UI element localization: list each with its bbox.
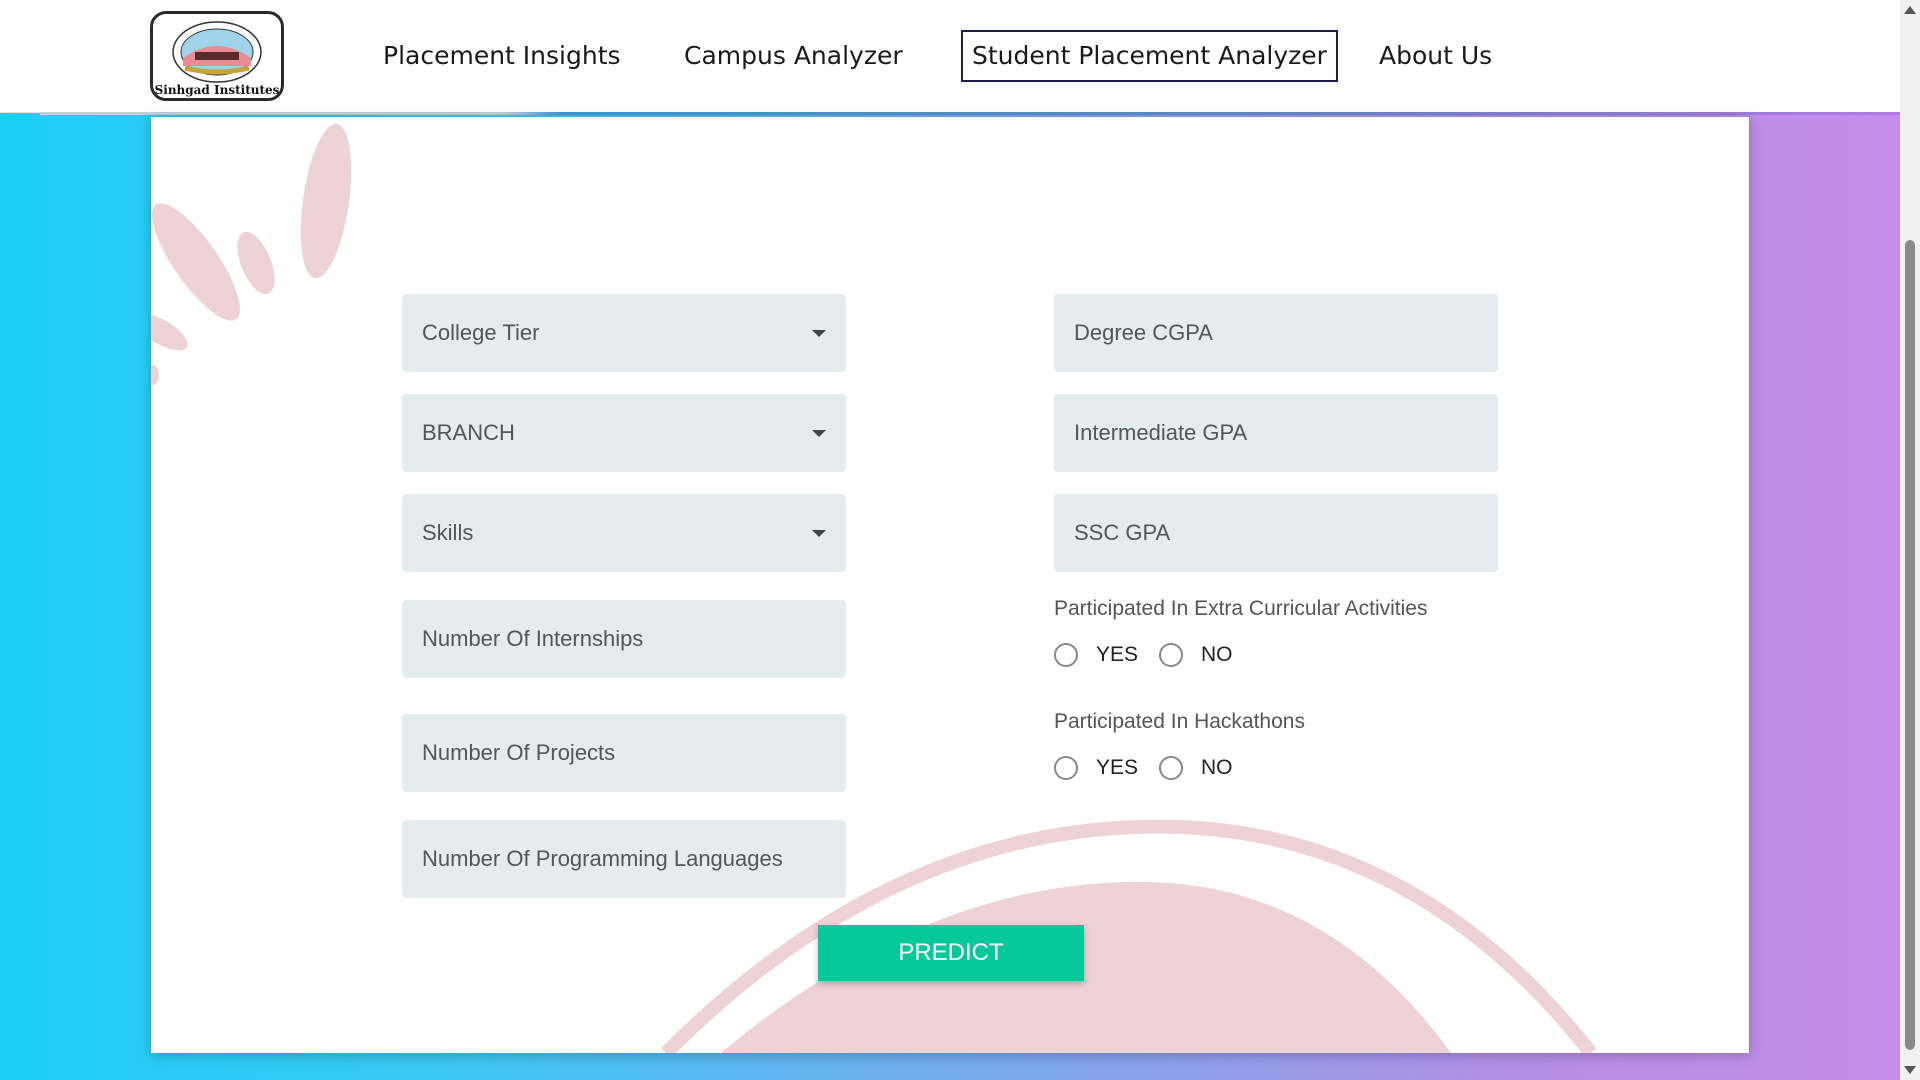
branch-placeholder: BRANCH [422, 420, 515, 445]
hackathons-yes-label[interactable]: YES [1096, 756, 1138, 780]
ssc-gpa-input[interactable] [1074, 495, 1474, 571]
predict-button[interactable]: PREDICT [818, 925, 1084, 981]
hackathons-no-radio[interactable] [1159, 756, 1183, 780]
hackathons-no-label[interactable]: NO [1201, 756, 1233, 780]
scrollbar-thumb[interactable] [1905, 240, 1915, 1050]
intermediate-gpa-field-wrapper [1054, 394, 1498, 472]
skills-placeholder: Skills [422, 520, 474, 545]
nav-about-us[interactable]: About Us [1370, 30, 1501, 82]
intermediate-gpa-input[interactable] [1074, 395, 1474, 471]
hackathons-label: Participated In Hackathons [1054, 710, 1305, 733]
extra-curricular-yes-radio[interactable] [1054, 643, 1078, 667]
decorative-shapes [151, 123, 1597, 1053]
projects-field-wrapper [402, 714, 846, 792]
nav-student-placement-analyzer[interactable]: Student Placement Analyzer [961, 30, 1338, 82]
extra-curricular-yes-label[interactable]: YES [1096, 643, 1138, 667]
sinhgad-logo[interactable]: Sinhgad Institutes [150, 11, 284, 101]
degree-cgpa-field-wrapper [1054, 294, 1498, 372]
chevron-down-icon [812, 330, 826, 337]
skills-select[interactable]: Skills [402, 494, 846, 572]
extra-curricular-no-label[interactable]: NO [1201, 643, 1233, 667]
college-tier-select[interactable]: College Tier [402, 294, 846, 372]
nav-placement-insights[interactable]: Placement Insights [374, 30, 630, 82]
internships-input[interactable] [422, 601, 822, 677]
prediction-form-card: College Tier BRANCH Skills Participated … [151, 117, 1749, 1053]
branch-select[interactable]: BRANCH [402, 394, 846, 472]
degree-cgpa-input[interactable] [1074, 295, 1474, 371]
scroll-down-icon[interactable] [1904, 1066, 1916, 1074]
languages-field-wrapper [402, 820, 846, 898]
ssc-gpa-field-wrapper [1054, 494, 1498, 572]
nav-campus-analyzer[interactable]: Campus Analyzer [675, 30, 912, 82]
programming-languages-input[interactable] [422, 821, 822, 897]
extra-curricular-no-radio[interactable] [1159, 643, 1183, 667]
hackathons-yes-radio[interactable] [1054, 756, 1078, 780]
page-scrollbar[interactable] [1900, 0, 1920, 1080]
projects-input[interactable] [422, 715, 822, 791]
extra-curricular-label: Participated In Extra Curricular Activit… [1054, 597, 1428, 620]
college-tier-placeholder: College Tier [422, 320, 540, 345]
chevron-down-icon [812, 430, 826, 437]
scroll-up-icon[interactable] [1904, 6, 1916, 14]
navbar: Sinhgad Institutes Placement Insights Ca… [0, 0, 1900, 115]
chevron-down-icon [812, 530, 826, 537]
svg-text:Sinhgad Institutes: Sinhgad Institutes [155, 83, 280, 97]
internships-field-wrapper [402, 600, 846, 678]
